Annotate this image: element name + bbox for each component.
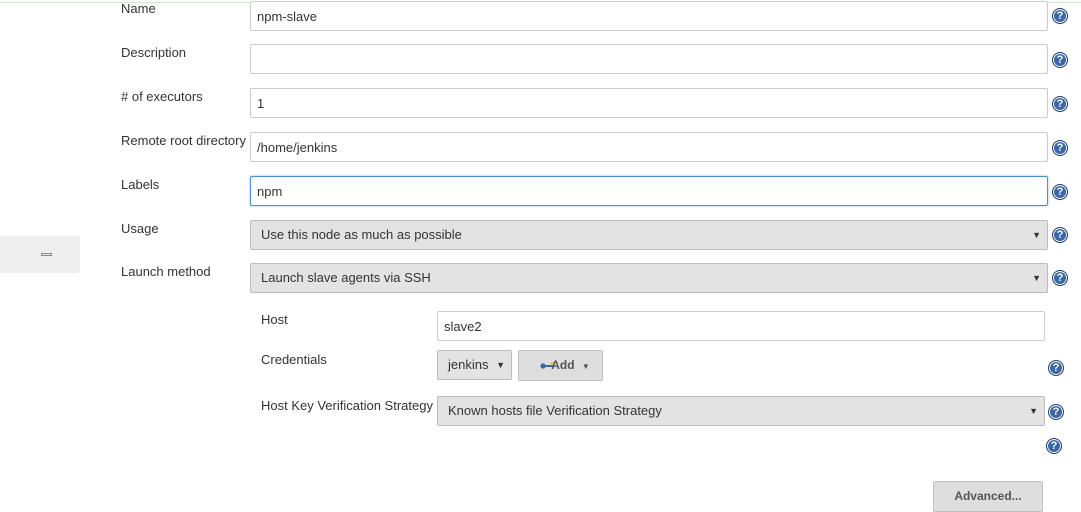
executors-input[interactable] — [250, 88, 1048, 118]
credentials-label: Credentials — [261, 352, 327, 367]
help-icon[interactable]: ? — [1048, 404, 1064, 420]
key-icon — [540, 362, 554, 369]
name-label: Name — [121, 1, 156, 16]
host-key-strategy-label: Host Key Verification Strategy — [261, 398, 433, 413]
caret-down-icon: ▼ — [1032, 230, 1041, 240]
usage-label: Usage — [121, 221, 159, 236]
caret-down-icon: ▼ — [1029, 406, 1038, 416]
help-icon[interactable]: ? — [1052, 96, 1068, 112]
description-input[interactable] — [250, 44, 1048, 74]
help-icon[interactable]: ? — [1052, 270, 1068, 286]
host-input[interactable] — [437, 311, 1045, 341]
help-icon[interactable]: ? — [1048, 360, 1064, 376]
caret-down-icon: ▼ — [1032, 273, 1041, 283]
launch-method-select[interactable]: Launch slave agents via SSH ▼ — [250, 263, 1048, 293]
help-icon[interactable]: ? — [1052, 140, 1068, 156]
advanced-button[interactable]: Advanced... — [933, 481, 1043, 512]
help-icon[interactable]: ? — [1052, 52, 1068, 68]
credentials-selected-value: jenkins — [448, 357, 489, 372]
help-icon[interactable]: ? — [1046, 438, 1062, 454]
executors-label: # of executors — [121, 89, 203, 104]
minus-icon[interactable] — [41, 253, 52, 256]
remote-root-label: Remote root directory — [121, 133, 246, 148]
launch-method-selected-value: Launch slave agents via SSH — [261, 270, 431, 285]
credentials-select[interactable]: jenkins ▼ — [437, 350, 512, 380]
usage-selected-value: Use this node as much as possible — [261, 227, 462, 242]
description-label: Description — [121, 45, 187, 60]
remote-root-input[interactable] — [250, 132, 1048, 162]
host-key-strategy-selected-value: Known hosts file Verification Strategy — [448, 403, 662, 418]
help-icon[interactable]: ? — [1052, 8, 1068, 24]
add-credentials-button[interactable]: Add ▼ — [518, 350, 603, 381]
labels-input[interactable] — [250, 176, 1048, 206]
add-button-label: Add — [551, 358, 575, 372]
caret-down-icon: ▼ — [496, 360, 505, 370]
help-icon[interactable]: ? — [1052, 184, 1068, 200]
usage-select[interactable]: Use this node as much as possible ▼ — [250, 220, 1048, 250]
host-label: Host — [261, 312, 288, 327]
launch-method-label: Launch method — [121, 264, 211, 279]
help-icon[interactable]: ? — [1052, 227, 1068, 243]
host-key-strategy-select[interactable]: Known hosts file Verification Strategy ▼ — [437, 396, 1045, 426]
side-collapse-widget[interactable] — [0, 236, 80, 273]
labels-label: Labels — [121, 177, 160, 192]
name-input[interactable] — [250, 1, 1048, 31]
caret-down-icon: ▼ — [581, 362, 590, 371]
